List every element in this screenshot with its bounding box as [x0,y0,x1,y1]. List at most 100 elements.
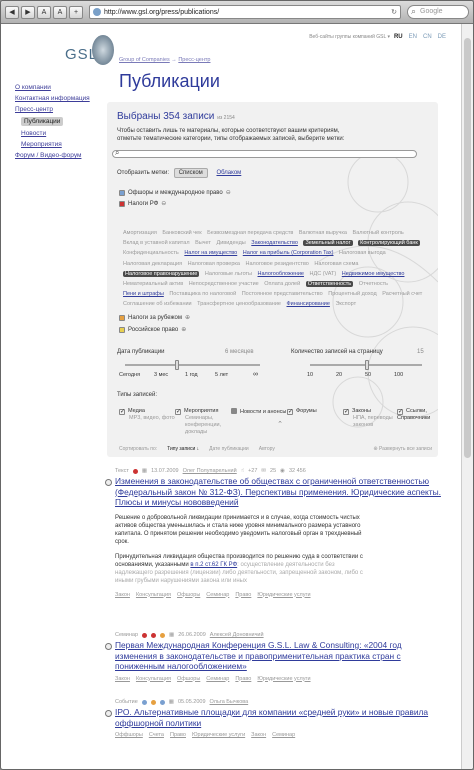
type-links[interactable]: Ссылки, Справочники [397,408,437,422]
entry-title-link[interactable]: IPO. Альтернативные площадки для компани… [115,707,428,728]
reload-icon[interactable]: ↻ [391,8,397,16]
entry-title-link[interactable]: Первая Международная Конференция G.S.L. … [115,640,402,671]
breadcrumb-group[interactable]: Group of Companies [119,57,170,63]
collapse-entry-icon[interactable] [105,479,112,486]
tag-item[interactable]: Трансфертное ценообразование [197,301,281,307]
tag-item[interactable]: Нематериальный актив [123,281,183,287]
nav-item[interactable]: Новости [21,130,95,137]
lang-en[interactable]: EN [409,34,417,40]
entry-tag[interactable]: Оффшоры [115,732,143,738]
group-sites-link[interactable]: Веб-сайты группы компаний GSL ▾ [309,34,390,40]
entry-tag[interactable]: Офшоры [177,676,200,682]
tag-item[interactable]: Соглашение об избежании [123,301,192,307]
tag-item[interactable]: Вычет [195,240,211,246]
sort-by-date[interactable]: Дате публикации [209,446,249,452]
category-russian-law[interactable]: Российское право ⊕ [119,326,186,333]
entry-tag[interactable]: Право [235,592,251,598]
entry-tag[interactable]: Юридические услуги [257,592,310,598]
type-checkbox[interactable] [175,409,181,415]
text-larger-button[interactable]: A [53,5,67,19]
entry-tag[interactable]: Семинар [206,592,229,598]
entry-tag[interactable]: Закон [115,676,130,682]
tag-item[interactable]: Постоянное представительство [242,291,323,297]
tag-search-input[interactable] [112,148,417,158]
entry-title[interactable]: Первая Международная Конференция G.S.L. … [115,640,445,672]
expand-entry-icon[interactable] [105,710,112,717]
category-checkbox[interactable] [119,200,125,207]
tag-item[interactable]: Финансирование [287,301,330,307]
nav-item[interactable]: Контактная информация [15,95,95,102]
tag-item[interactable]: Валютный контроль [353,230,404,236]
collapse-icon[interactable]: ⊖ [226,189,231,196]
tag-item[interactable]: Налоговое резидентство [246,261,309,267]
tag-item[interactable]: Контролирующий банк [358,240,420,247]
type-checkbox[interactable] [119,409,125,415]
type-events[interactable]: МероприятияСеминары, конференции, доклад… [175,408,235,436]
tag-item[interactable]: Экспорт [335,301,356,307]
type-news[interactable]: Новости и анонсы [231,408,291,416]
tag-item[interactable]: Вклад в уставной капитал [123,240,190,246]
tag-item[interactable]: Налоговая декларация [123,261,182,267]
thumbs-up-icon[interactable]: ☝ [241,468,244,474]
back-button[interactable]: ◀ [5,5,19,19]
type-checkbox[interactable] [343,409,349,415]
entry-tag[interactable]: Семинар [272,732,295,738]
tag-item[interactable]: Налоговая проверка [188,261,240,267]
entry-title-link[interactable]: Изменения в законодательстве об общества… [115,476,441,507]
entry-author[interactable]: Олег Полупарельний [183,468,237,474]
entry-author[interactable]: Ольга Бычкова [210,699,249,705]
nav-item[interactable]: Мероприятия [21,141,95,148]
entry-tag[interactable]: Консультация [136,592,171,598]
expand-icon[interactable]: ⊖ [161,200,166,207]
show-list-button[interactable]: Списком [173,168,208,178]
nav-item[interactable]: Пресс-центр [15,106,95,113]
nav-item[interactable]: Форум / Видео-форум [15,152,95,159]
pub-date-slider-track[interactable] [125,364,260,366]
show-cloud-button[interactable]: Облаком [212,169,245,177]
tag-item[interactable]: Процентный доход [328,291,376,297]
address-bar[interactable]: http://www.gsl.org/press/publications/ ↻ [89,5,401,19]
type-media[interactable]: МедиаMP3, видео, фото [119,408,179,422]
category-taxes-abroad[interactable]: Налоги за рубежом ⊕ [119,314,190,321]
entry-title[interactable]: Изменения в законодательстве об общества… [115,476,445,508]
search-field[interactable]: Google [407,5,469,19]
type-forums[interactable]: Форумы [287,408,347,415]
tag-item[interactable]: Налогообложение [258,271,304,277]
tag-item[interactable]: Амортизация [123,230,157,236]
entry-tag[interactable]: Консультация [136,676,171,682]
entry-tag[interactable]: Счета [149,732,164,738]
tag-item[interactable]: Земельный налог [303,240,353,247]
tag-item[interactable]: Ответственность [305,281,354,288]
add-bookmark-button[interactable]: + [69,5,83,19]
category-checkbox[interactable] [119,314,125,321]
forward-button[interactable]: ▶ [21,5,35,19]
category-offshore[interactable]: Офшоры и международное право ⊖ [119,189,231,196]
scrollbar-thumb[interactable] [464,38,471,458]
entry-tag[interactable]: Юридические услуги [257,676,310,682]
gsl-logo[interactable]: GSL [65,35,114,71]
law-reference-link[interactable]: в п.2 ст.62 ГК РФ [190,562,237,568]
entry-tag[interactable]: Семинар [206,676,229,682]
category-taxes-rf[interactable]: Налоги РФ ⊖ [119,200,166,207]
category-checkbox[interactable] [119,326,125,333]
lang-de[interactable]: DE [438,34,446,40]
tag-item[interactable]: Налог на прибыль (Corporation Tax) [243,250,334,256]
tag-item[interactable]: Конфиденциальность [123,250,179,256]
entry-tag[interactable]: Юридические услуги [192,732,245,738]
type-checkbox[interactable] [231,408,237,414]
nav-item[interactable]: Публикации [21,117,64,126]
pub-date-slider-handle[interactable] [175,360,179,370]
type-laws[interactable]: ЗаконыНПА, переводы законов [343,408,403,429]
tag-item[interactable]: Дивиденды [216,240,245,246]
tag-item[interactable]: НДС (VAT) [310,271,337,277]
tag-item[interactable]: Налог на имущество [184,250,237,256]
expand-entry-icon[interactable] [105,643,112,650]
type-checkbox[interactable] [287,409,293,415]
lang-cn[interactable]: CN [423,34,432,40]
vertical-scrollbar[interactable] [461,24,473,769]
tag-item[interactable]: Налоговое правонарушение [123,270,200,277]
sort-by-author[interactable]: Автору [259,446,275,452]
entry-tag[interactable]: Офшоры [177,592,200,598]
expand-icon[interactable]: ⊕ [181,326,186,333]
tag-item[interactable]: Оплата долей [264,281,300,287]
